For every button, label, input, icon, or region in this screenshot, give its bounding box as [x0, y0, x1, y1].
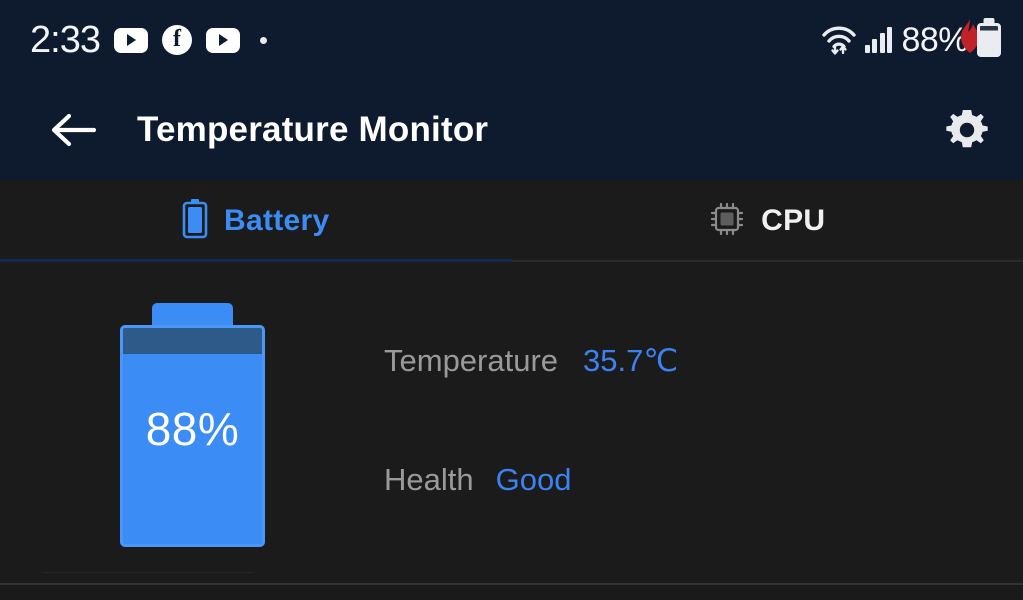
- app-header-bar: Temperature Monitor: [0, 80, 1023, 180]
- system-status-bar: 2:33 f 88%: [0, 0, 1023, 80]
- youtube-icon: [205, 27, 240, 53]
- battery-icon: [182, 198, 208, 244]
- battery-level-graphic: 88%: [120, 303, 265, 547]
- tab-cpu[interactable]: CPU: [512, 180, 1023, 262]
- temperature-label: Temperature: [384, 343, 559, 378]
- battery-icon: [977, 23, 1001, 57]
- dot-indicator-icon: [259, 36, 267, 44]
- tab-bar: Battery CPU: [0, 180, 1023, 262]
- health-value: Good: [495, 462, 572, 497]
- temperature-monitor-app: 2:33 f 88% Temperature Monitor Battery C…: [0, 0, 1023, 600]
- status-bar-right-group: 88%: [822, 19, 1001, 57]
- stat-row-health: Health Good: [384, 462, 944, 498]
- youtube-icon: [113, 27, 148, 53]
- back-button[interactable]: [44, 100, 104, 160]
- status-bar-left-group: 2:33 f: [30, 21, 267, 59]
- battery-panel: 88% Temperature 35.7℃ Health Good: [0, 262, 1023, 572]
- settings-button[interactable]: [937, 100, 997, 160]
- content-edge-line: [43, 572, 253, 573]
- page-title: Temperature Monitor: [137, 110, 489, 149]
- tab-cpu-label: CPU: [761, 204, 826, 237]
- health-label: Health: [384, 462, 474, 497]
- stat-row-temperature: Temperature 35.7℃: [384, 343, 944, 379]
- cellular-signal-icon: [864, 27, 893, 53]
- bottom-strip: [0, 585, 1023, 600]
- battery-level-label: 88%: [145, 403, 240, 455]
- battery-body: 88%: [120, 325, 265, 547]
- tab-battery-label: Battery: [224, 204, 330, 237]
- cpu-chip-icon: [709, 201, 745, 242]
- tab-battery[interactable]: Battery: [0, 180, 512, 262]
- temperature-value: 35.7℃: [583, 343, 679, 378]
- battery-stats-list: Temperature 35.7℃ Health Good: [384, 262, 944, 498]
- status-bar-clock: 2:33: [30, 19, 101, 61]
- wifi-icon: [822, 25, 856, 55]
- facebook-icon: f: [161, 25, 192, 55]
